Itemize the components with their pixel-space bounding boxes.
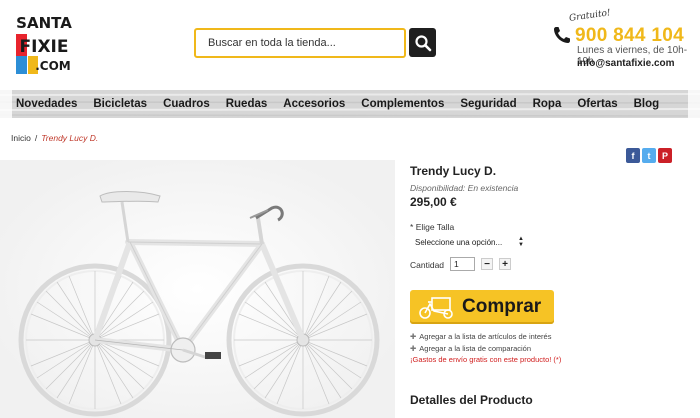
breadcrumb-current: Trendy Lucy D. bbox=[41, 133, 99, 143]
logo-text-santa: SANTA bbox=[16, 14, 72, 32]
social-share: f t P bbox=[626, 148, 672, 163]
quantity-input[interactable]: 1 bbox=[450, 257, 475, 271]
twitter-icon[interactable]: t bbox=[642, 148, 656, 163]
breadcrumb-home[interactable]: Inicio bbox=[11, 133, 31, 143]
product-price: 295,00 € bbox=[410, 195, 457, 209]
quantity-decrease-button[interactable]: − bbox=[481, 258, 493, 270]
product-details-heading: Detalles del Producto bbox=[410, 393, 533, 407]
pinterest-icon[interactable]: P bbox=[658, 148, 672, 163]
nav-item-bicicletas[interactable]: Bicicletas bbox=[85, 98, 155, 110]
contact-email[interactable]: info@santafixie.com bbox=[577, 58, 675, 69]
phone-number[interactable]: 900 844 104 bbox=[575, 25, 684, 47]
add-to-wishlist-link[interactable]: ✚ Agregar a la lista de artículos de inte… bbox=[410, 331, 561, 343]
product-actions: ✚ Agregar a la lista de artículos de inte… bbox=[410, 331, 561, 366]
nav-item-ofertas[interactable]: Ofertas bbox=[569, 98, 625, 110]
product-title: Trendy Lucy D. bbox=[410, 164, 497, 178]
free-call-badge: Gratuito! bbox=[568, 8, 612, 24]
size-select[interactable]: Seleccione una opción... ▲ ▼ bbox=[410, 235, 527, 249]
plus-icon: ✚ bbox=[410, 332, 417, 341]
search-icon bbox=[414, 34, 431, 51]
availability-status: Disponibilidad: En existencia bbox=[410, 183, 519, 193]
nav-item-cuadros[interactable]: Cuadros bbox=[155, 98, 218, 110]
product-image[interactable] bbox=[0, 160, 395, 418]
cargo-bike-icon bbox=[419, 297, 453, 319]
buy-button[interactable]: Comprar bbox=[410, 290, 554, 324]
breadcrumb: Inicio / Trendy Lucy D. bbox=[11, 133, 98, 143]
facebook-icon[interactable]: f bbox=[626, 148, 640, 163]
buy-button-label: Comprar bbox=[462, 296, 542, 317]
select-arrows-icon: ▲ ▼ bbox=[518, 236, 524, 248]
nav-item-ropa[interactable]: Ropa bbox=[525, 98, 570, 110]
logo-text-fixie: FIXIE bbox=[20, 37, 69, 57]
nav-item-ruedas[interactable]: Ruedas bbox=[218, 98, 276, 110]
santafixie-logo[interactable]: SANTA FIXIE .COM bbox=[13, 12, 75, 76]
nav-item-accesorios[interactable]: Accesorios bbox=[275, 98, 353, 110]
size-select-value: Seleccione una opción... bbox=[415, 237, 503, 247]
nav-item-seguridad[interactable]: Seguridad bbox=[452, 98, 524, 110]
quantity-label: Cantidad bbox=[410, 260, 445, 270]
size-label: * Elige Talla bbox=[410, 222, 454, 232]
phone-icon bbox=[552, 25, 572, 45]
breadcrumb-separator: / bbox=[34, 133, 38, 143]
main-nav: Novedades Bicicletas Cuadros Ruedas Acce… bbox=[0, 90, 700, 118]
search-button[interactable] bbox=[409, 28, 436, 57]
logo-text-com: .COM bbox=[35, 59, 71, 73]
plus-icon: ✚ bbox=[410, 343, 417, 353]
quantity-increase-button[interactable]: + bbox=[499, 258, 511, 270]
nav-item-novedades[interactable]: Novedades bbox=[8, 98, 85, 110]
required-mark: * bbox=[410, 222, 414, 232]
nav-item-blog[interactable]: Blog bbox=[626, 98, 668, 110]
size-label-text: Elige Talla bbox=[415, 222, 455, 232]
free-shipping-note[interactable]: ¡Gastos de envío gratis con este product… bbox=[410, 354, 561, 366]
search-input[interactable]: Buscar en toda la tienda... bbox=[194, 28, 406, 58]
nav-item-complementos[interactable]: Complementos bbox=[353, 98, 452, 110]
add-to-compare-link[interactable]: ✚ Agregar a la lista de comparación bbox=[410, 343, 561, 355]
